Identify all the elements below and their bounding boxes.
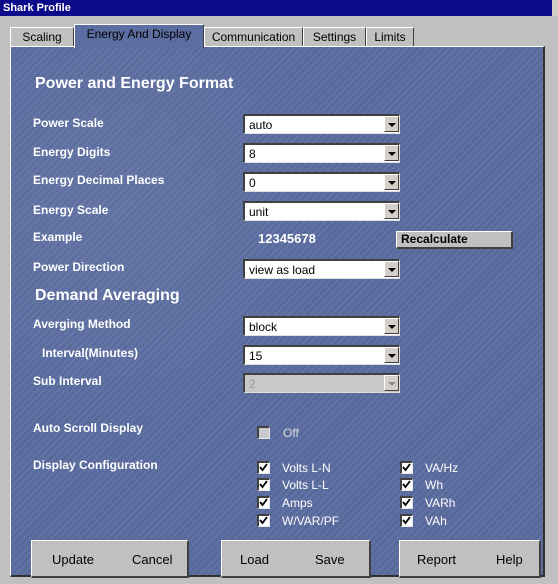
- power-direction-select[interactable]: view as load: [243, 259, 400, 279]
- dropdown-arrow-icon[interactable]: [384, 375, 399, 391]
- wh-checkbox[interactable]: [400, 478, 413, 491]
- va-hz-label: VA/Hz: [425, 461, 459, 475]
- w-var-pf-label: W/VAR/PF: [282, 514, 340, 528]
- load-button[interactable]: Load: [240, 552, 269, 567]
- recalculate-button[interactable]: Recalculate: [396, 231, 513, 249]
- dropdown-arrow-icon[interactable]: [384, 261, 399, 277]
- power-direction-label: Power Direction: [33, 260, 125, 274]
- energy-digits-label: Energy Digits: [33, 145, 111, 159]
- energy-digits-select[interactable]: 8: [243, 143, 400, 163]
- interval-select[interactable]: 15: [243, 345, 400, 365]
- varh-checkbox[interactable]: [400, 496, 413, 509]
- volts-ln-label: Volts L-N: [282, 461, 331, 475]
- amps-label: Amps: [282, 496, 313, 510]
- tab-settings[interactable]: Settings: [303, 27, 366, 46]
- example-label: Example: [33, 230, 83, 244]
- sub-interval-select[interactable]: 2: [243, 373, 400, 393]
- varh-label: VARh: [425, 496, 456, 510]
- vah-label: VAh: [425, 514, 447, 528]
- vah-checkbox[interactable]: [400, 514, 413, 527]
- dropdown-arrow-icon[interactable]: [384, 318, 399, 334]
- averaging-method-select[interactable]: block: [243, 316, 400, 336]
- window-title-bar: Shark Profile: [0, 0, 558, 16]
- display-configuration-label: Display Configuration: [33, 458, 158, 472]
- energy-scale-label: Energy Scale: [33, 203, 109, 217]
- update-cancel-group: Update Cancel: [31, 540, 189, 578]
- wh-label: Wh: [425, 478, 443, 492]
- update-button[interactable]: Update: [52, 552, 94, 567]
- va-hz-checkbox[interactable]: [400, 461, 413, 474]
- dropdown-arrow-icon[interactable]: [384, 174, 399, 190]
- w-var-pf-checkbox[interactable]: [257, 514, 270, 527]
- interval-label: Interval(Minutes): [42, 346, 139, 360]
- close-button[interactable]: [552, 0, 558, 16]
- tab-communication[interactable]: Communication: [204, 27, 303, 46]
- dropdown-arrow-icon[interactable]: [384, 116, 399, 132]
- averaging-method-label: Averging Method: [33, 317, 131, 331]
- dropdown-arrow-icon[interactable]: [384, 203, 399, 219]
- energy-decimal-select[interactable]: 0: [243, 172, 400, 192]
- power-scale-select[interactable]: auto: [243, 114, 400, 134]
- sub-interval-label: Sub Interval: [33, 374, 102, 388]
- energy-scale-select[interactable]: unit: [243, 201, 400, 221]
- window-title: Shark Profile: [3, 2, 71, 14]
- report-help-group: Report Help: [399, 540, 541, 578]
- power-scale-label: Power Scale: [33, 116, 104, 130]
- help-button[interactable]: Help: [496, 552, 523, 567]
- energy-decimal-label: Energy Decimal Places: [33, 173, 165, 187]
- demand-averaging-heading: Demand Averaging: [35, 287, 180, 304]
- auto-scroll-state: Off: [283, 426, 299, 440]
- tab-scaling[interactable]: Scaling: [10, 27, 74, 46]
- power-energy-heading: Power and Energy Format: [35, 75, 234, 92]
- tab-strip: Scaling Energy And Display Communication…: [0, 16, 558, 48]
- auto-scroll-label: Auto Scroll Display: [33, 421, 144, 435]
- dropdown-arrow-icon[interactable]: [384, 145, 399, 161]
- volts-ll-checkbox[interactable]: [257, 478, 270, 491]
- auto-scroll-checkbox[interactable]: [257, 426, 270, 439]
- save-button[interactable]: Save: [315, 552, 345, 567]
- load-save-group: Load Save: [221, 540, 371, 578]
- amps-checkbox[interactable]: [257, 496, 270, 509]
- volts-ln-checkbox[interactable]: [257, 461, 270, 474]
- tab-energy-and-display[interactable]: Energy And Display: [74, 24, 204, 48]
- volts-ll-label: Volts L-L: [282, 478, 329, 492]
- report-button[interactable]: Report: [417, 552, 456, 567]
- dropdown-arrow-icon[interactable]: [384, 347, 399, 363]
- tab-limits[interactable]: Limits: [366, 27, 414, 46]
- example-value: 12345678: [258, 231, 316, 246]
- cancel-button[interactable]: Cancel: [132, 552, 172, 567]
